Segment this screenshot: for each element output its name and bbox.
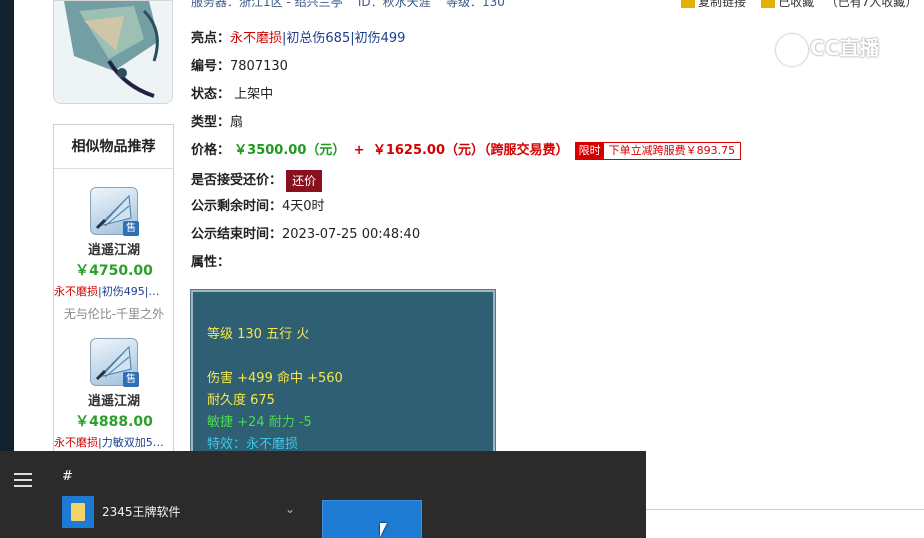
highlight-1: 永不磨损 xyxy=(230,31,283,46)
number-row: 编号：7807130 xyxy=(191,57,288,77)
cross-server-fee: ￥1625.00（元）（跨服交易费） xyxy=(372,143,569,158)
number-label: 编号： xyxy=(191,59,231,74)
link-icon xyxy=(681,0,695,8)
attr-durability: 耐久度 675 xyxy=(207,393,275,408)
item-image xyxy=(53,0,173,104)
fan-weapon-image xyxy=(54,1,172,103)
item-name[interactable]: 逍遥江湖 xyxy=(54,239,174,258)
level-label: 等级： xyxy=(445,0,482,9)
item-note: 无与伦比-千里之外 xyxy=(63,307,165,321)
price-label: 价格： xyxy=(191,143,231,158)
divider xyxy=(644,509,924,510)
attr-detail: |力敏双加5… xyxy=(98,436,164,449)
highlight-label: 亮点： xyxy=(191,31,231,46)
limit-text: 下单立减跨服费￥893.75 xyxy=(608,143,736,157)
number-value: 7807130 xyxy=(230,59,288,74)
attr-highlight: 永不磨损 xyxy=(54,436,98,449)
limited-offer-badge: 限时 下单立减跨服费￥893.75 xyxy=(574,141,742,160)
start-menu-overlay: # 2345王牌软件 ⌄ xyxy=(0,451,646,538)
watermark-text: CC直播 xyxy=(810,36,880,60)
item-price: ￥4888.00 xyxy=(75,414,153,430)
bargain-row: 是否接受还价： 还价 xyxy=(191,169,323,193)
chevron-down-icon[interactable]: ⌄ xyxy=(285,502,295,516)
highlight-3: |初伤499 xyxy=(350,31,406,46)
price-value: ￥3500.00（元） xyxy=(234,143,346,158)
sale-badge: 售 xyxy=(123,221,139,236)
attr-level-element: 等级 130 五行 火 xyxy=(207,327,310,342)
similar-item-card[interactable]: 售 逍遥江湖 ￥4750.00 永不磨损|初伤495|… 无与伦比-千里之外 xyxy=(54,187,174,322)
type-value: 扇 xyxy=(230,115,244,130)
attr-label: 属性： xyxy=(191,255,231,270)
attr-detail: |初伤495|… xyxy=(98,285,160,298)
cc-logo-icon xyxy=(776,33,808,66)
level-value: 130 xyxy=(481,0,505,9)
end-value: 2023-07-25 00:48:40 xyxy=(282,227,421,242)
price-plus: + xyxy=(353,143,365,158)
status-row: 状态： 上架中 xyxy=(191,85,273,105)
item-price: ￥4750.00 xyxy=(75,263,153,279)
bargain-button[interactable]: 还价 xyxy=(286,169,323,192)
favorite-icon xyxy=(761,0,776,8)
attr-special-effect: 特效：永不磨损 xyxy=(207,437,299,452)
app-list-item[interactable]: 2345王牌软件 ⌄ xyxy=(62,496,307,528)
remain-label: 公示剩余时间： xyxy=(191,199,283,214)
type-label: 类型： xyxy=(191,115,231,130)
item-attributes: 永不磨损|初伤495|… xyxy=(54,283,174,299)
app-tile[interactable] xyxy=(322,500,422,538)
favorite-button[interactable]: 已收藏 xyxy=(778,0,814,9)
header-actions: 复制链接 已收藏 （已有7人收藏） xyxy=(681,0,917,10)
sale-badge: 售 xyxy=(123,372,139,387)
server-value: 浙江1区 - 绍兴兰亭 xyxy=(239,0,343,9)
attr-agility-stamina: 敏捷 +24 耐力 -5 xyxy=(207,415,312,430)
fan-item-icon[interactable]: 售 xyxy=(90,338,139,387)
seller-info-line: 服务器：浙江1区 - 绍兴兰亭 ID：秋水天涯 等级：130 xyxy=(191,0,505,9)
similar-items-title: 相似物品推荐 xyxy=(54,125,173,169)
id-label: ID： xyxy=(357,0,383,9)
bargain-label: 是否接受还价： xyxy=(191,173,283,188)
fan-item-icon[interactable]: 售 xyxy=(90,187,139,236)
remain-value: 4天0时 xyxy=(282,199,325,214)
end-row: 公示结束时间：2023-07-25 00:48:40 xyxy=(191,225,420,245)
hamburger-menu-icon[interactable] xyxy=(14,473,32,491)
type-row: 类型：扇 xyxy=(191,113,243,133)
folder-icon xyxy=(62,496,94,528)
highlight-row: 亮点：永不磨损|初总伤685|初伤499 xyxy=(191,29,405,49)
end-label: 公示结束时间： xyxy=(191,227,283,242)
price-row: 价格： ￥3500.00（元） + ￥1625.00（元）（跨服交易费） 限时下… xyxy=(191,141,742,161)
status-label: 状态： xyxy=(191,87,231,102)
app-name: 2345王牌软件 xyxy=(102,505,181,519)
similar-item-card[interactable]: 售 逍遥江湖 ￥4888.00 永不磨损|力敏双加5… xyxy=(54,338,174,450)
attr-highlight: 永不磨损 xyxy=(54,285,98,298)
copy-link-button[interactable]: 复制链接 xyxy=(698,0,746,9)
item-attributes: 永不磨损|力敏双加5… xyxy=(54,434,174,450)
attr-damage-hit: 伤害 +499 命中 +560 xyxy=(207,371,343,386)
cc-live-watermark: CC直播 xyxy=(776,32,879,66)
app-group-header[interactable]: # xyxy=(62,469,73,484)
status-value: 上架中 xyxy=(234,87,274,102)
item-name[interactable]: 逍遥江湖 xyxy=(54,390,174,409)
server-label: 服务器： xyxy=(191,0,240,9)
similar-items-panel: 相似物品推荐 售 逍遥江湖 ￥4750.00 永不磨损|初伤495|… 无与伦比… xyxy=(53,124,174,454)
limit-tag: 限时 xyxy=(575,142,604,159)
remain-row: 公示剩余时间：4天0时 xyxy=(191,197,325,217)
attributes-panel: 等级 130 五行 火 伤害 +499 命中 +560 耐久度 675 敏捷 +… xyxy=(190,289,496,461)
mouse-cursor-icon xyxy=(380,523,387,537)
favorite-count: （已有7人收藏） xyxy=(825,0,918,9)
highlight-2: |初总伤685 xyxy=(282,31,351,46)
attr-row: 属性： xyxy=(191,253,230,273)
id-value: 秋水天涯 xyxy=(382,0,431,9)
